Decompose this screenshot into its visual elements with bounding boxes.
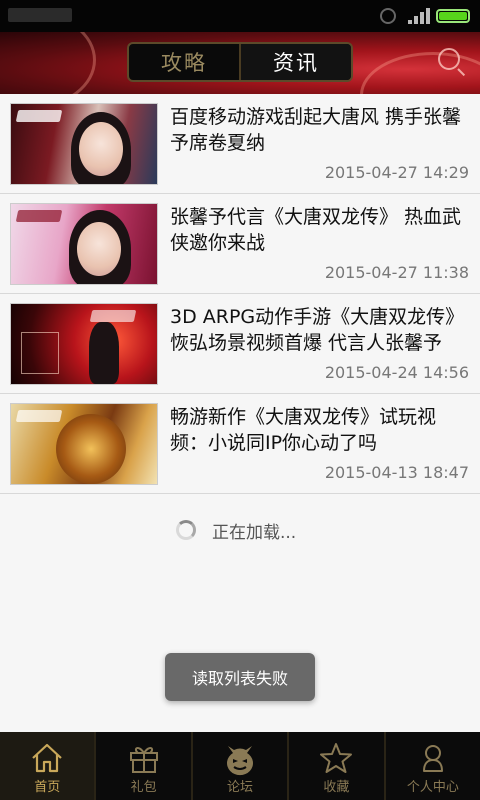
- article-time: 2015-04-27 11:38: [324, 263, 469, 282]
- nav-label: 个人中心: [406, 780, 459, 795]
- signal-icon: [408, 8, 432, 24]
- gift-icon: [126, 740, 162, 776]
- article-time: 2015-04-13 18:47: [324, 463, 469, 482]
- nav-item-home[interactable]: 首页: [0, 732, 95, 800]
- list-item[interactable]: 百度移动游戏刮起大唐风 携手张馨予席卷夏纳 2015-04-27 14:29: [0, 94, 480, 194]
- article-thumbnail: [10, 203, 158, 285]
- nav-item-forum[interactable]: 论坛: [190, 732, 287, 800]
- forum-mask-icon: [222, 740, 258, 776]
- loading-indicator: 正在加载...: [176, 518, 297, 543]
- person-icon: [415, 740, 451, 776]
- article-title: 百度移动游戏刮起大唐风 携手张馨予席卷夏纳: [170, 106, 462, 154]
- status-bar: [0, 0, 480, 32]
- tab-news[interactable]: 资讯: [239, 44, 351, 80]
- alarm-icon: [380, 8, 396, 24]
- bottom-nav: 首页 礼包 论坛 收藏 个人中心: [0, 732, 480, 800]
- article-title: 张馨予代言《大唐双龙传》 热血武侠邀你来战: [170, 206, 462, 254]
- article-list: 百度移动游戏刮起大唐风 携手张馨予席卷夏纳 2015-04-27 14:29 张…: [0, 94, 480, 494]
- spinner-icon: [176, 520, 196, 540]
- home-icon: [29, 740, 65, 776]
- article-thumbnail: [10, 103, 158, 185]
- battery-icon: [436, 9, 470, 23]
- article-time: 2015-04-27 14:29: [324, 163, 469, 182]
- article-title: 3D ARPG动作手游《大唐双龙传》恢弘场景视频首爆 代言人张馨予: [170, 306, 465, 354]
- article-time: 2015-04-24 14:56: [324, 363, 469, 382]
- list-item[interactable]: 3D ARPG动作手游《大唐双龙传》恢弘场景视频首爆 代言人张馨予 2015-0…: [0, 294, 480, 394]
- error-toast: 读取列表失败: [165, 653, 315, 701]
- nav-label: 论坛: [227, 780, 254, 795]
- article-thumbnail: [10, 403, 158, 485]
- carrier-label: [8, 8, 72, 22]
- nav-label: 礼包: [130, 780, 157, 795]
- star-icon: [318, 740, 354, 776]
- list-item[interactable]: 张馨予代言《大唐双龙传》 热血武侠邀你来战 2015-04-27 11:38: [0, 194, 480, 294]
- list-item[interactable]: 畅游新作《大唐双龙传》试玩视频：小说同IP你心动了吗 2015-04-13 18…: [0, 394, 480, 494]
- tab-guide[interactable]: 攻略: [129, 44, 239, 80]
- app-header: 攻略 资讯: [0, 32, 480, 94]
- tab-bar: 攻略 资讯: [127, 42, 353, 82]
- article-title: 畅游新作《大唐双龙传》试玩视频：小说同IP你心动了吗: [170, 406, 437, 454]
- article-thumbnail: [10, 303, 158, 385]
- search-icon[interactable]: [438, 48, 460, 70]
- nav-item-favorites[interactable]: 收藏: [287, 732, 383, 800]
- nav-item-gift[interactable]: 礼包: [94, 732, 190, 800]
- nav-item-profile[interactable]: 个人中心: [383, 732, 480, 800]
- nav-label: 首页: [34, 780, 61, 795]
- loading-text: 正在加载...: [212, 522, 297, 543]
- nav-label: 收藏: [323, 780, 350, 795]
- header-decoration: [0, 32, 96, 94]
